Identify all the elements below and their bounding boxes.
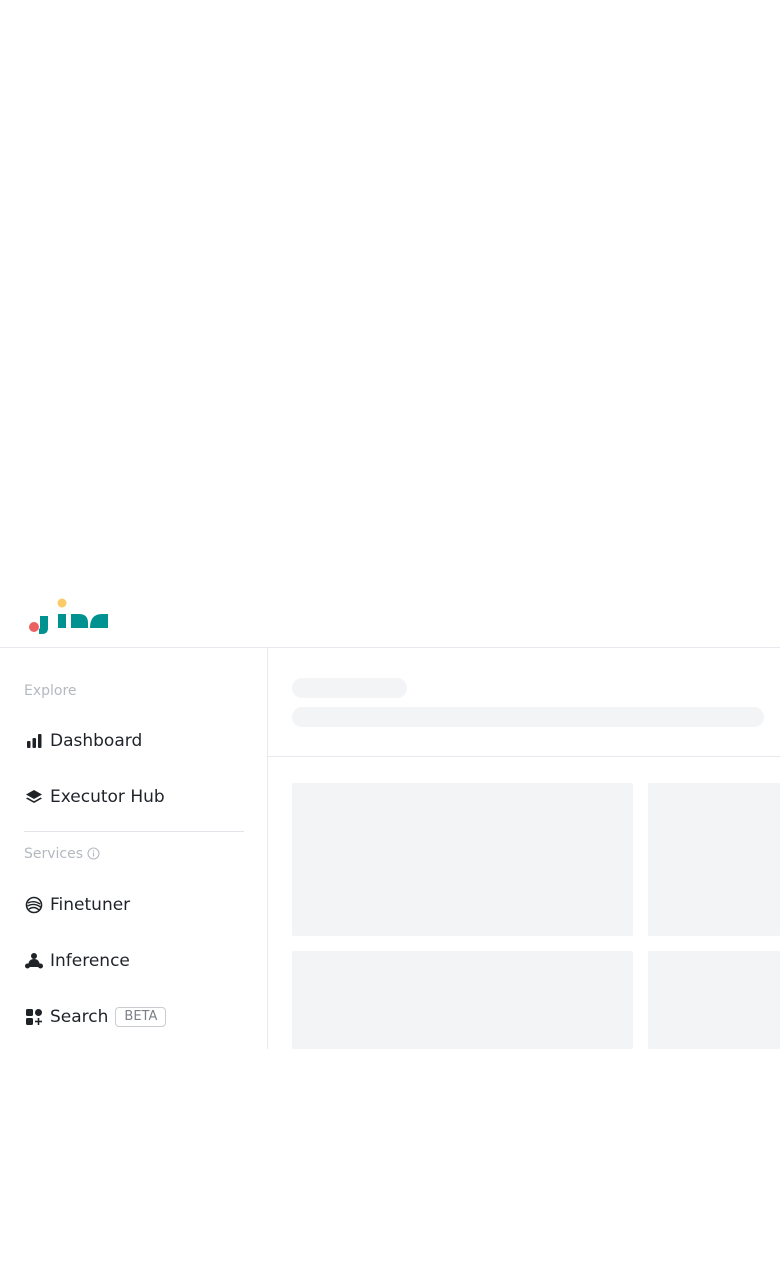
subtitle-skeleton	[292, 707, 764, 727]
search-grid-plus-icon	[24, 1007, 44, 1027]
explore-section-label: Explore	[24, 683, 77, 699]
title-skeleton	[292, 678, 407, 698]
card-skeleton	[292, 951, 633, 1049]
sidebar-item-search[interactable]: Search BETA	[24, 1002, 167, 1032]
finetuner-icon	[24, 895, 44, 915]
main-header-skeleton	[268, 648, 780, 757]
card-skeleton	[648, 951, 780, 1049]
card-skeleton	[292, 783, 633, 936]
sidebar-divider	[24, 831, 244, 832]
sidebar-item-executor-hub[interactable]: Executor Hub	[24, 782, 165, 812]
info-icon[interactable]	[87, 847, 100, 864]
sidebar-item-label: Executor Hub	[50, 787, 165, 807]
top-header	[0, 590, 780, 648]
card-skeleton	[648, 783, 780, 936]
sidebar-item-label: Finetuner	[50, 895, 131, 915]
jina-logo[interactable]	[28, 597, 110, 635]
services-section-label: Services	[24, 846, 100, 864]
jina-logo-icon	[29, 598, 108, 634]
stack-layers-icon	[24, 787, 44, 807]
sidebar: Explore Dashboard Executor Hub Services …	[0, 648, 268, 1049]
sidebar-item-inference[interactable]: Inference	[24, 946, 130, 976]
inference-icon	[24, 951, 44, 971]
bar-chart-icon	[24, 731, 44, 751]
sidebar-item-label: Dashboard	[50, 731, 143, 751]
sidebar-item-label: Search	[50, 1007, 109, 1027]
sidebar-item-label: Inference	[50, 951, 130, 971]
app-root: Explore Dashboard Executor Hub Services …	[0, 0, 780, 1280]
sidebar-item-finetuner[interactable]: Finetuner	[24, 890, 130, 920]
beta-badge: BETA	[115, 1007, 167, 1027]
sidebar-item-dashboard[interactable]: Dashboard	[24, 726, 142, 756]
services-label-text: Services	[24, 846, 84, 862]
